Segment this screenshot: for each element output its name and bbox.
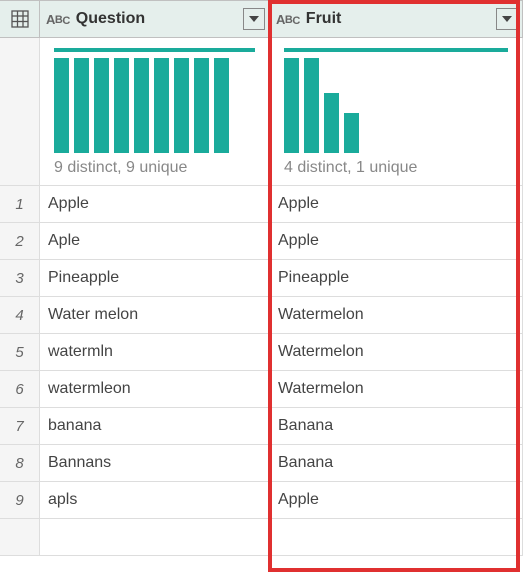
cell-fruit[interactable]: Apple — [270, 482, 523, 518]
row-number: 7 — [0, 408, 40, 444]
cell-fruit[interactable]: Apple — [270, 186, 523, 222]
cell-question[interactable]: banana — [40, 408, 270, 444]
column-title: Question — [76, 10, 145, 28]
cell-fruit[interactable]: Watermelon — [270, 371, 523, 407]
distribution-stats: 9 distinct, 9 unique — [54, 159, 255, 177]
table-row[interactable]: 9aplsApple — [0, 482, 523, 519]
table-row[interactable]: 2ApleApple — [0, 223, 523, 260]
table-icon — [11, 10, 29, 28]
distribution-bar — [154, 58, 169, 153]
row-number: 8 — [0, 445, 40, 481]
column-profile-question: 9 distinct, 9 unique — [40, 38, 270, 185]
distribution-chart — [284, 58, 508, 153]
table-corner-button[interactable] — [0, 1, 40, 37]
distribution-bar — [174, 58, 189, 153]
row-number: 3 — [0, 260, 40, 296]
distribution-bar — [344, 113, 359, 153]
distribution-bar — [324, 93, 339, 153]
header-row: ABC Question ABC Fruit — [0, 0, 523, 38]
row-number: 2 — [0, 223, 40, 259]
row-number-gutter — [0, 38, 40, 185]
row-number-gutter — [0, 519, 40, 555]
cell-question[interactable]: Bannans — [40, 445, 270, 481]
empty-row — [0, 519, 523, 556]
quality-bar — [54, 48, 255, 52]
cell-fruit[interactable]: Banana — [270, 408, 523, 444]
distribution-bar — [304, 58, 319, 153]
cell-fruit[interactable]: Watermelon — [270, 297, 523, 333]
cell-fruit[interactable]: Banana — [270, 445, 523, 481]
distribution-bar — [74, 58, 89, 153]
cell-empty — [40, 519, 270, 555]
row-number: 9 — [0, 482, 40, 518]
distribution-bar — [214, 58, 229, 153]
cell-question[interactable]: Water melon — [40, 297, 270, 333]
row-number: 5 — [0, 334, 40, 370]
distribution-bar — [94, 58, 109, 153]
cell-question[interactable]: watermln — [40, 334, 270, 370]
table-row[interactable]: 8BannansBanana — [0, 445, 523, 482]
column-filter-button[interactable] — [243, 8, 265, 30]
row-number: 6 — [0, 371, 40, 407]
row-number: 1 — [0, 186, 40, 222]
row-number: 4 — [0, 297, 40, 333]
distribution-bar — [284, 58, 299, 153]
distribution-stats: 4 distinct, 1 unique — [284, 159, 508, 177]
column-header-question[interactable]: ABC Question — [40, 1, 270, 37]
cell-fruit[interactable]: Watermelon — [270, 334, 523, 370]
text-type-icon: ABC — [276, 12, 300, 27]
column-header-fruit[interactable]: ABC Fruit — [270, 1, 523, 37]
distribution-bar — [114, 58, 129, 153]
cell-question[interactable]: Pineapple — [40, 260, 270, 296]
table-row[interactable]: 3PineapplePineapple — [0, 260, 523, 297]
distribution-bar — [194, 58, 209, 153]
cell-empty — [270, 519, 523, 555]
quality-bar — [284, 48, 508, 52]
table-row[interactable]: 6watermleonWatermelon — [0, 371, 523, 408]
distribution-bar — [134, 58, 149, 153]
cell-question[interactable]: Aple — [40, 223, 270, 259]
table-row[interactable]: 5watermlnWatermelon — [0, 334, 523, 371]
text-type-icon: ABC — [46, 12, 70, 27]
chevron-down-icon — [249, 16, 259, 22]
data-table: ABC Question ABC Fruit — [0, 0, 523, 556]
column-filter-button[interactable] — [496, 8, 518, 30]
distribution-chart — [54, 58, 255, 153]
chevron-down-icon — [502, 16, 512, 22]
cell-question[interactable]: watermleon — [40, 371, 270, 407]
column-profile-row: 9 distinct, 9 unique 4 distinct, 1 uniqu… — [0, 38, 523, 186]
table-row[interactable]: 7bananaBanana — [0, 408, 523, 445]
cell-question[interactable]: apls — [40, 482, 270, 518]
distribution-bar — [54, 58, 69, 153]
table-row[interactable]: 4Water melonWatermelon — [0, 297, 523, 334]
cell-fruit[interactable]: Apple — [270, 223, 523, 259]
cell-question[interactable]: Apple — [40, 186, 270, 222]
column-profile-fruit: 4 distinct, 1 unique — [270, 38, 523, 185]
cell-fruit[interactable]: Pineapple — [270, 260, 523, 296]
table-row[interactable]: 1AppleApple — [0, 186, 523, 223]
column-title: Fruit — [306, 10, 342, 28]
